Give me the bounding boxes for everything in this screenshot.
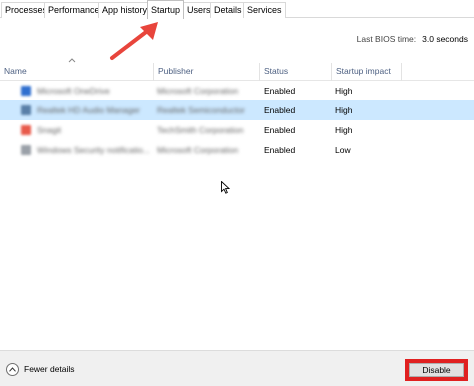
bios-time: Last BIOS time: 3.0 seconds [357, 34, 468, 44]
table-row[interactable]: Microsoft OneDrive Microsoft Corporation… [0, 81, 474, 101]
row-status: Enabled [264, 125, 296, 135]
app-icon [21, 125, 31, 135]
row-impact: High [335, 105, 353, 115]
annotation-arrow-icon [110, 22, 158, 60]
column-headers: Name Publisher Status Startup impact [0, 63, 474, 81]
column-header-name[interactable]: Name [0, 63, 153, 81]
row-name: Snagit [37, 125, 62, 135]
disable-highlight: Disable [405, 359, 468, 381]
row-publisher: Realtek Semiconductor [157, 105, 245, 115]
row-status: Enabled [264, 86, 296, 96]
bios-time-label: Last BIOS time: [356, 34, 417, 44]
tab-services[interactable]: Services [243, 2, 286, 18]
table-row[interactable]: Snagit TechSmith Corporation Enabled Hig… [0, 120, 474, 140]
column-header-status[interactable]: Status [259, 63, 331, 81]
row-publisher: TechSmith Corporation [157, 125, 244, 135]
chevron-up-icon [6, 362, 19, 376]
app-icon [21, 145, 31, 155]
tab-bar: Processes Performance App history Startu… [0, 0, 474, 19]
column-header-publisher[interactable]: Publisher [153, 63, 259, 81]
tab-startup[interactable]: Startup [147, 0, 185, 19]
row-impact: Low [335, 145, 351, 155]
app-icon [21, 86, 31, 96]
column-header-startup-impact[interactable]: Startup impact [331, 63, 402, 81]
row-publisher: Microsoft Corporation [157, 86, 239, 96]
disable-button[interactable]: Disable [409, 363, 464, 377]
tab-app-history[interactable]: App history [98, 2, 152, 18]
row-name: Windows Security notificatio... [37, 145, 150, 155]
table-row[interactable]: Windows Security notificatio... Microsof… [0, 140, 474, 160]
row-name: Realtek HD Audio Manager [37, 105, 141, 115]
row-publisher: Microsoft Corporation [157, 145, 239, 155]
app-icon [21, 105, 31, 115]
mouse-cursor-icon [221, 181, 230, 194]
fewer-details-label: Fewer details [24, 364, 75, 374]
row-impact: High [335, 86, 353, 96]
row-status: Enabled [264, 105, 296, 115]
bios-time-value: 3.0 seconds [422, 34, 468, 44]
fewer-details-button[interactable]: Fewer details [6, 362, 75, 376]
table-row[interactable]: Realtek HD Audio Manager Realtek Semicon… [0, 100, 474, 120]
row-status: Enabled [264, 145, 296, 155]
footer-bar: Fewer details Disable [0, 350, 474, 386]
row-impact: High [335, 125, 353, 135]
tab-details[interactable]: Details [210, 2, 246, 18]
tab-performance[interactable]: Performance [44, 2, 104, 18]
row-name: Microsoft OneDrive [37, 86, 110, 96]
